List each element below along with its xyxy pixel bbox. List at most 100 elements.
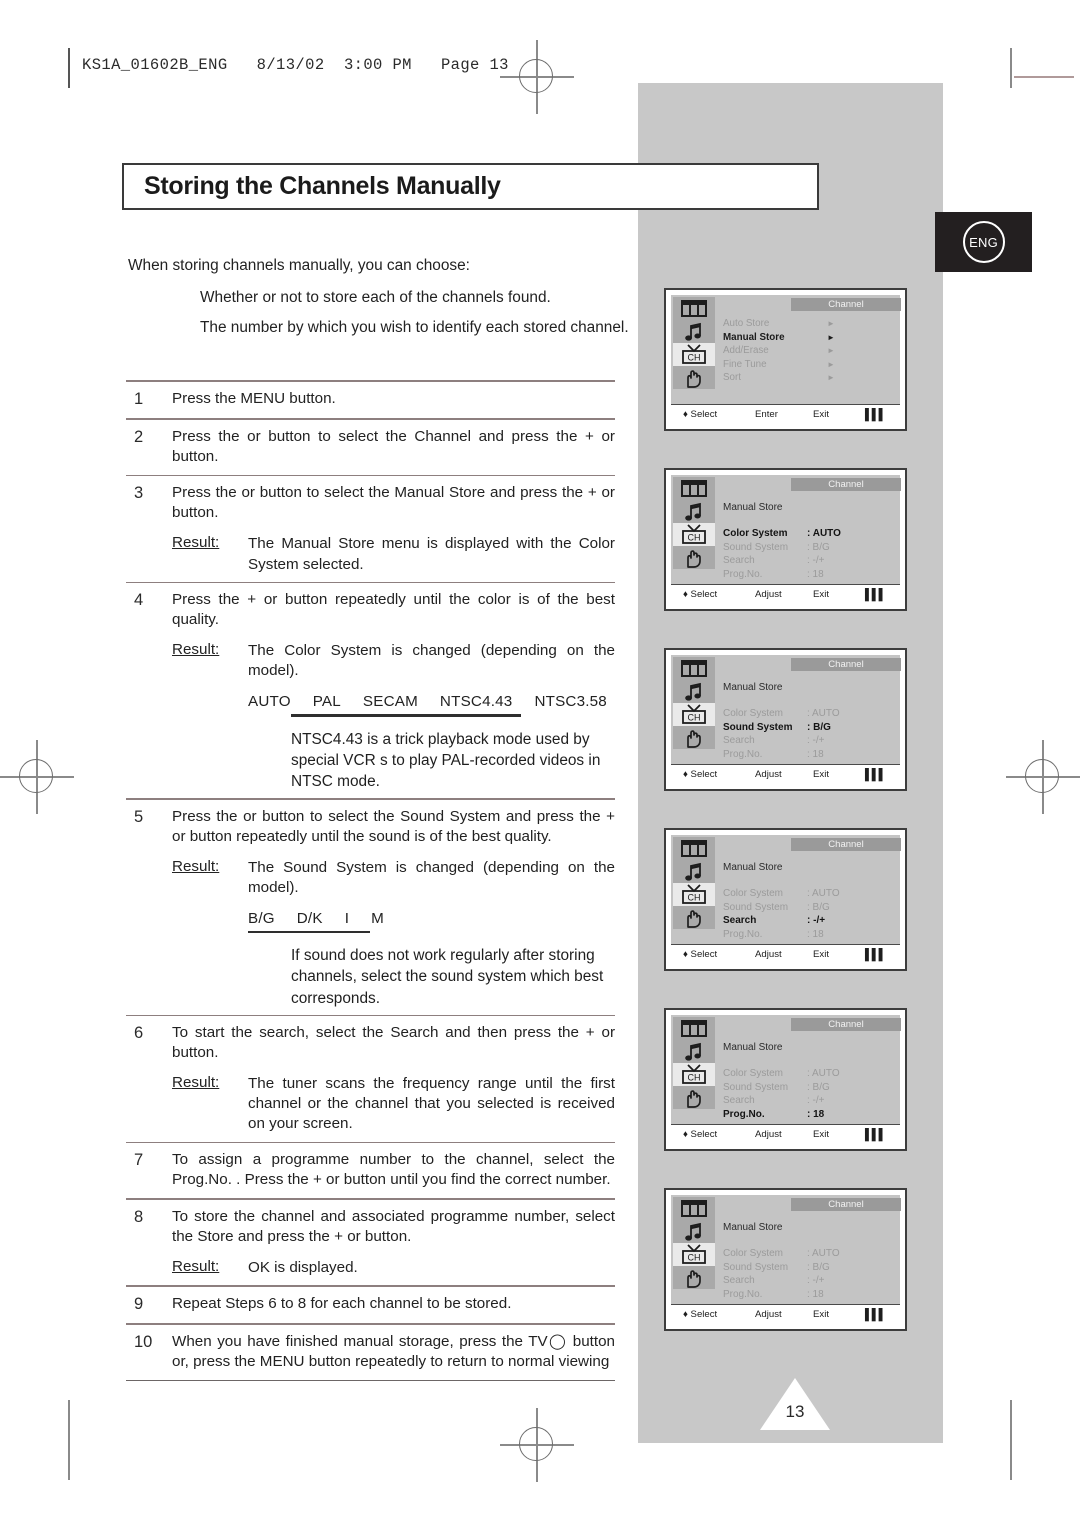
osd-footer-action[interactable]: Adjust	[755, 949, 813, 960]
option-value: I	[344, 909, 350, 927]
osd-sidebar-function[interactable]	[673, 1266, 715, 1289]
osd-footer-exit[interactable]: Exit	[813, 589, 861, 600]
osd-sidebar-sound[interactable]	[673, 1220, 715, 1243]
osd-sidebar-sound[interactable]	[673, 680, 715, 703]
osd-sidebar-picture[interactable]	[673, 477, 715, 500]
osd-sidebar-function[interactable]	[673, 366, 715, 389]
osd-footer-select[interactable]: ♦ Select	[671, 1129, 755, 1140]
osd-heading: Manual Store	[723, 682, 783, 693]
osd-setting-row[interactable]: Color System: AUTO	[723, 527, 899, 541]
picture-icon	[681, 480, 707, 497]
step-row: 3 Press the or button to select the Manua…	[126, 476, 615, 531]
osd-footer-action[interactable]: Enter	[755, 409, 813, 420]
step-result: Result: The Sound System is changed (depe…	[126, 855, 615, 905]
osd-footer-action[interactable]: Adjust	[755, 1309, 813, 1320]
osd-setting-row[interactable]: Color System: AUTO	[723, 707, 899, 721]
osd-setting-value: : -/+	[807, 555, 825, 567]
function-icon	[683, 368, 705, 388]
osd-setting-row[interactable]: Prog.No. : 18	[723, 748, 899, 762]
osd-setting-row[interactable]: Sound System: B/G	[723, 1081, 899, 1095]
step-text: Press the or button to select the Sound …	[172, 807, 615, 845]
osd-footer-exit[interactable]: Exit	[813, 1129, 861, 1140]
osd-setting-row[interactable]: Color System: AUTO	[723, 1067, 899, 1081]
osd-footer-select[interactable]: ♦ Select	[671, 769, 755, 780]
osd-sidebar-picture[interactable]	[673, 837, 715, 860]
osd-sidebar-channel[interactable]: CH	[673, 1063, 715, 1086]
osd-menu-item[interactable]: Auto Store ►	[723, 317, 895, 331]
osd-menu-item[interactable]: Fine Tune ►	[723, 358, 895, 372]
function-icon	[687, 909, 701, 928]
osd-sidebar-function[interactable]	[673, 906, 715, 929]
osd-setting-row[interactable]: Prog.No.: 18	[723, 1108, 899, 1122]
step-item: 5 Press the or button to select the Sound…	[126, 800, 615, 1015]
osd-setting-row[interactable]: Sound System: B/G	[723, 721, 899, 735]
osd-setting-row[interactable]: Prog.No.: 18	[723, 928, 899, 942]
chevron-right-icon: ►	[827, 346, 835, 356]
osd-sidebar-channel[interactable]: CH	[673, 1243, 715, 1266]
osd-setting-row[interactable]: Prog.No.: 18	[723, 568, 899, 582]
osd-sidebar-sound[interactable]	[673, 320, 715, 343]
osd-sidebar-function[interactable]	[673, 726, 715, 749]
osd-sidebar-channel[interactable]: CH	[673, 703, 715, 726]
header-divider	[68, 48, 70, 88]
option-value: NTSC3.58	[534, 693, 607, 711]
osd-menu-item[interactable]: Manual Store ►	[723, 331, 895, 345]
osd-setting-value: : 18	[807, 749, 824, 761]
osd-footer-select[interactable]: ♦ Select	[671, 949, 755, 960]
osd-setting-row[interactable]: Search: -/+	[723, 914, 899, 928]
osd-sidebar: CH	[673, 1017, 715, 1109]
osd-footer-select[interactable]: ♦ Select	[671, 1309, 755, 1320]
osd-footer-action[interactable]: Adjust	[755, 1129, 813, 1140]
osd-footer-action[interactable]: Adjust	[755, 589, 813, 600]
osd-footer-action[interactable]: Adjust	[755, 769, 813, 780]
osd-footer-exit[interactable]: Exit	[813, 409, 861, 420]
osd-sidebar-sound[interactable]	[673, 860, 715, 883]
osd-setting-row[interactable]: Search: -/+	[723, 554, 899, 568]
osd-footer-select[interactable]: ♦ Select	[671, 409, 755, 420]
chevron-right-icon: ►	[827, 359, 835, 369]
osd-sidebar-sound[interactable]	[673, 500, 715, 523]
osd-setting-value: : AUTO	[807, 528, 841, 540]
channel-icon: CH	[682, 1064, 706, 1084]
osd-footer: ♦ Select Adjust Exit ▐▐▐	[671, 944, 900, 964]
option-values: B/G D/K I M	[126, 905, 615, 929]
osd-sidebar-function[interactable]	[673, 1086, 715, 1109]
osd-setting-row[interactable]: Sound System: B/G	[723, 541, 899, 555]
osd-setting-row[interactable]: Color System: AUTO	[723, 887, 899, 901]
function-icon	[687, 729, 701, 748]
osd-setting-label: Prog.No.	[723, 749, 763, 761]
channel-icon: CH	[679, 524, 709, 545]
osd-footer-exit[interactable]: Exit	[813, 769, 861, 780]
osd-setting-row[interactable]: Prog.No.: 18	[723, 1288, 899, 1302]
osd-footer-exit[interactable]: Exit	[813, 949, 861, 960]
step-text: Press the or button to select the Channe…	[172, 427, 615, 465]
function-icon	[683, 1088, 705, 1108]
chevron-right-icon: ►	[827, 319, 835, 329]
osd-sidebar-picture[interactable]	[673, 1017, 715, 1040]
osd-menu-item[interactable]: Sort ►	[723, 371, 895, 385]
osd-sidebar-sound[interactable]	[673, 1040, 715, 1063]
function-icon	[687, 1269, 701, 1288]
osd-sidebar-channel[interactable]: CH	[673, 883, 715, 906]
osd-sidebar-picture[interactable]	[673, 297, 715, 320]
osd-menu-item[interactable]: Add/Erase ►	[723, 344, 895, 358]
osd-setting-row[interactable]: Search: -/+	[723, 1094, 899, 1108]
osd-setting-row[interactable]: Search: -/+	[723, 734, 899, 748]
note-text: If sound does not work regularly after s…	[291, 947, 604, 1007]
osd-setting-row[interactable]: Search: -/+	[723, 1274, 899, 1288]
osd-sidebar-picture[interactable]	[673, 657, 715, 680]
crop-mark-right	[1014, 76, 1074, 78]
osd-sidebar-picture[interactable]	[673, 1197, 715, 1220]
osd-sidebar-channel[interactable]: CH	[673, 343, 715, 366]
osd-setting-row[interactable]: Color System: AUTO	[723, 1247, 899, 1261]
osd-sidebar-function[interactable]	[673, 546, 715, 569]
osd-sidebar-channel[interactable]: CH	[673, 523, 715, 546]
step-number: 4	[134, 591, 144, 610]
step-item: 1 Press the MENU button.	[126, 382, 615, 418]
osd-title-bar: Channel	[791, 838, 901, 851]
osd-setting-row[interactable]: Sound System: B/G	[723, 1261, 899, 1275]
osd-setting-row[interactable]: Sound System: B/G	[723, 901, 899, 915]
svg-text:CH: CH	[688, 532, 701, 542]
osd-footer-exit[interactable]: Exit	[813, 1309, 861, 1320]
osd-footer-select[interactable]: ♦ Select	[671, 589, 755, 600]
